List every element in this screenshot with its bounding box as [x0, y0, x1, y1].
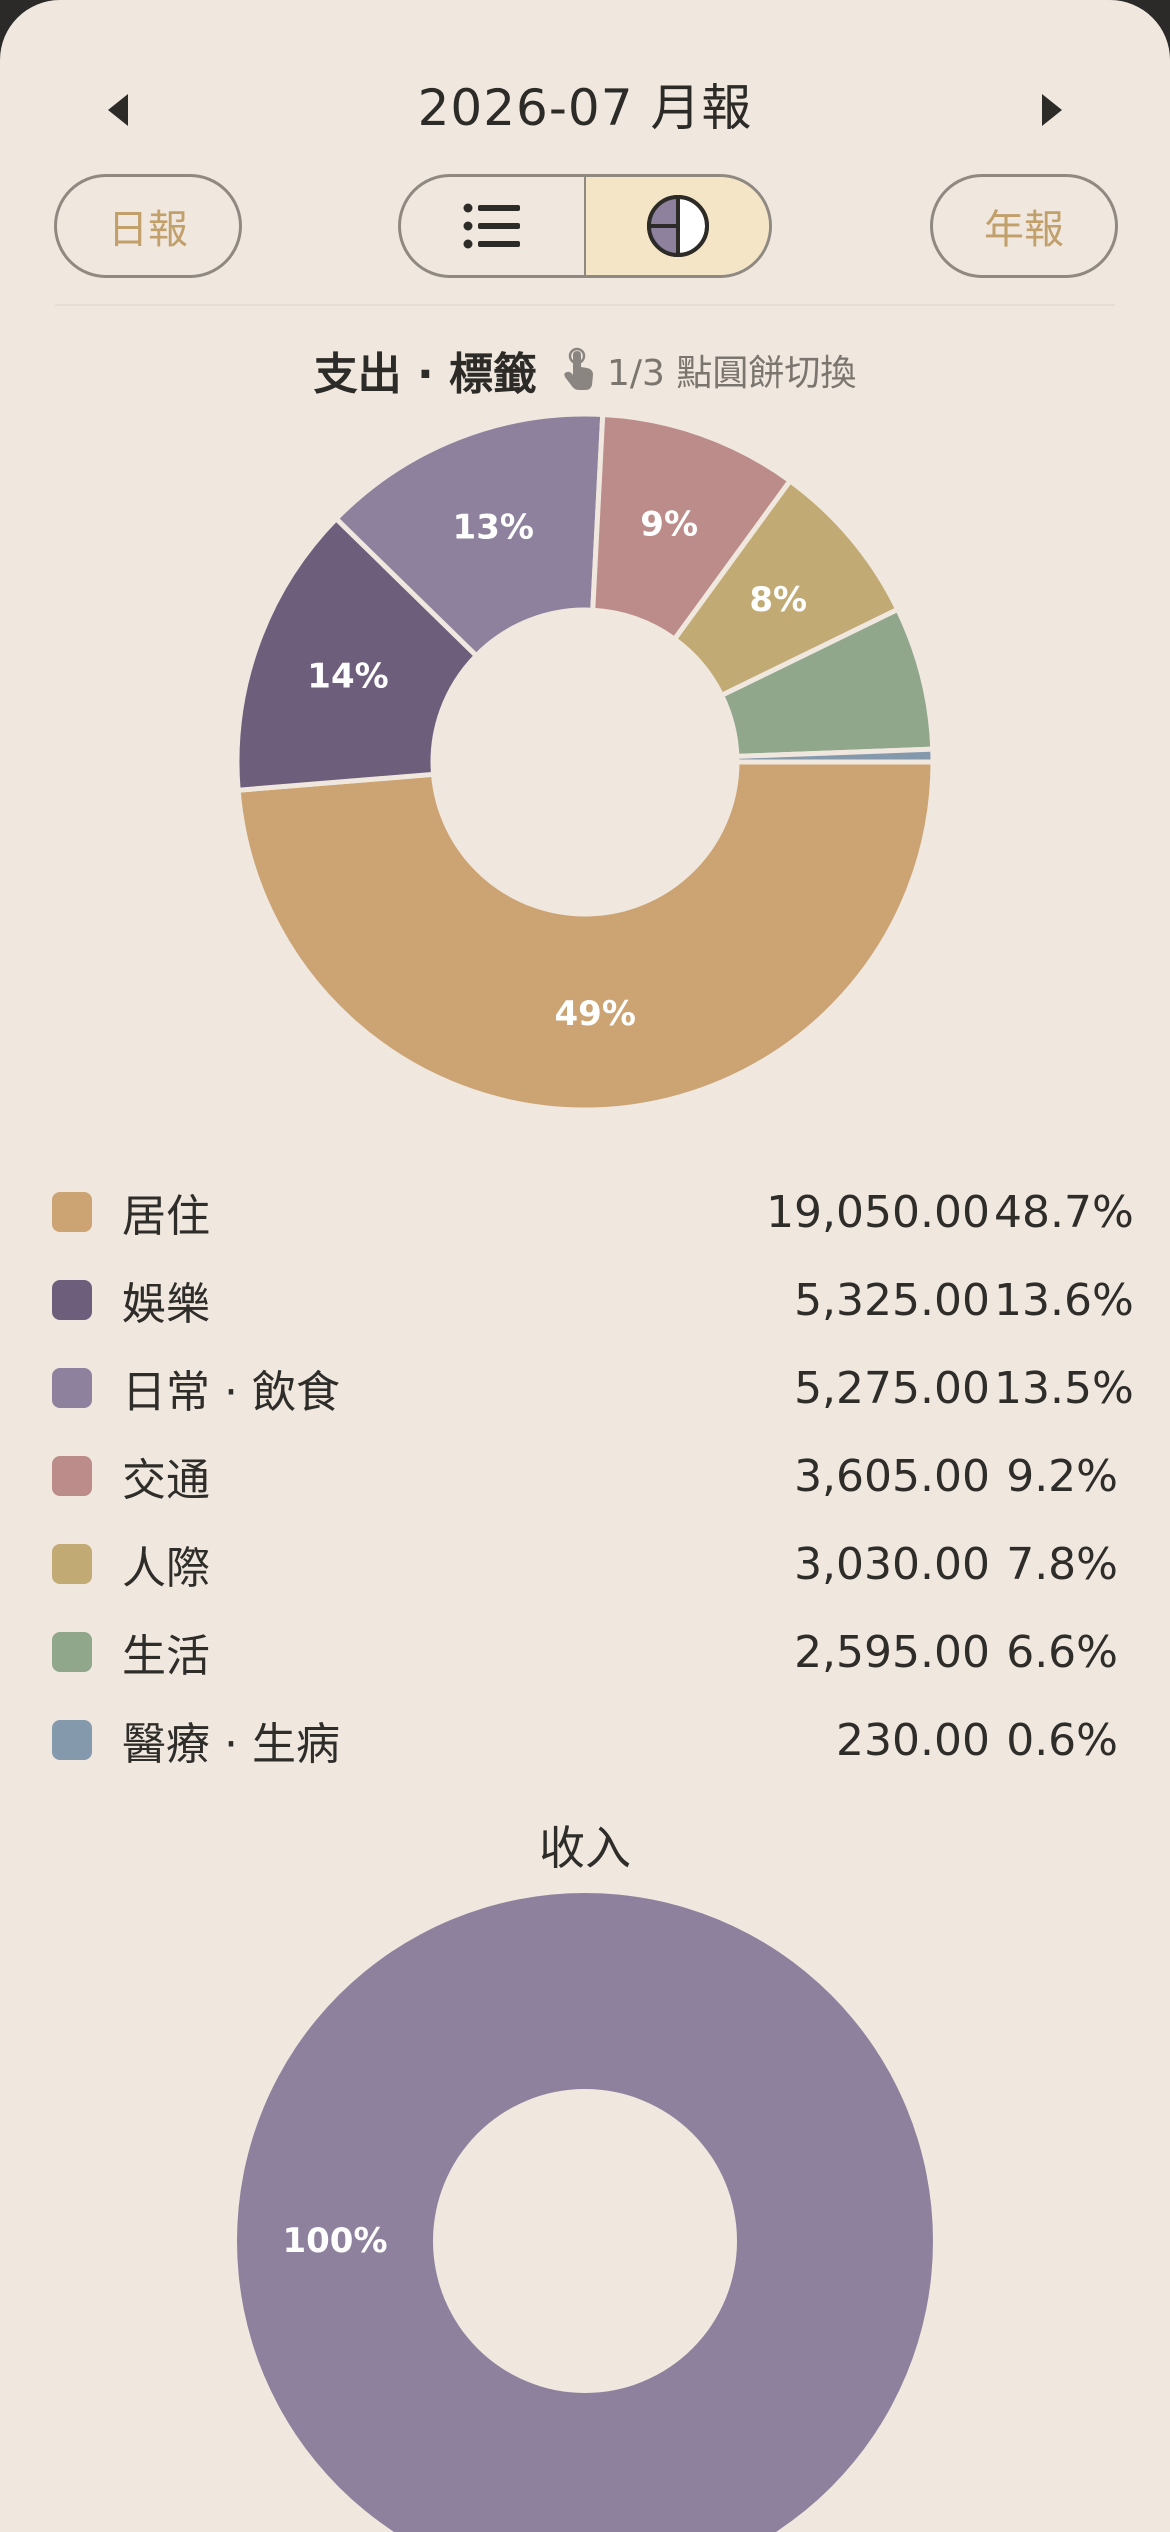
report-screen: 2026-07 月報 日報 年報 支出 · 標籤 1/3 點圓餅切換 49% 1… — [0, 0, 1170, 2532]
slice-percent-label: 100% — [282, 2221, 387, 2261]
income-donut-chart[interactable]: 100% — [0, 0, 1170, 2532]
donut-slice[interactable] — [237, 1893, 933, 2532]
